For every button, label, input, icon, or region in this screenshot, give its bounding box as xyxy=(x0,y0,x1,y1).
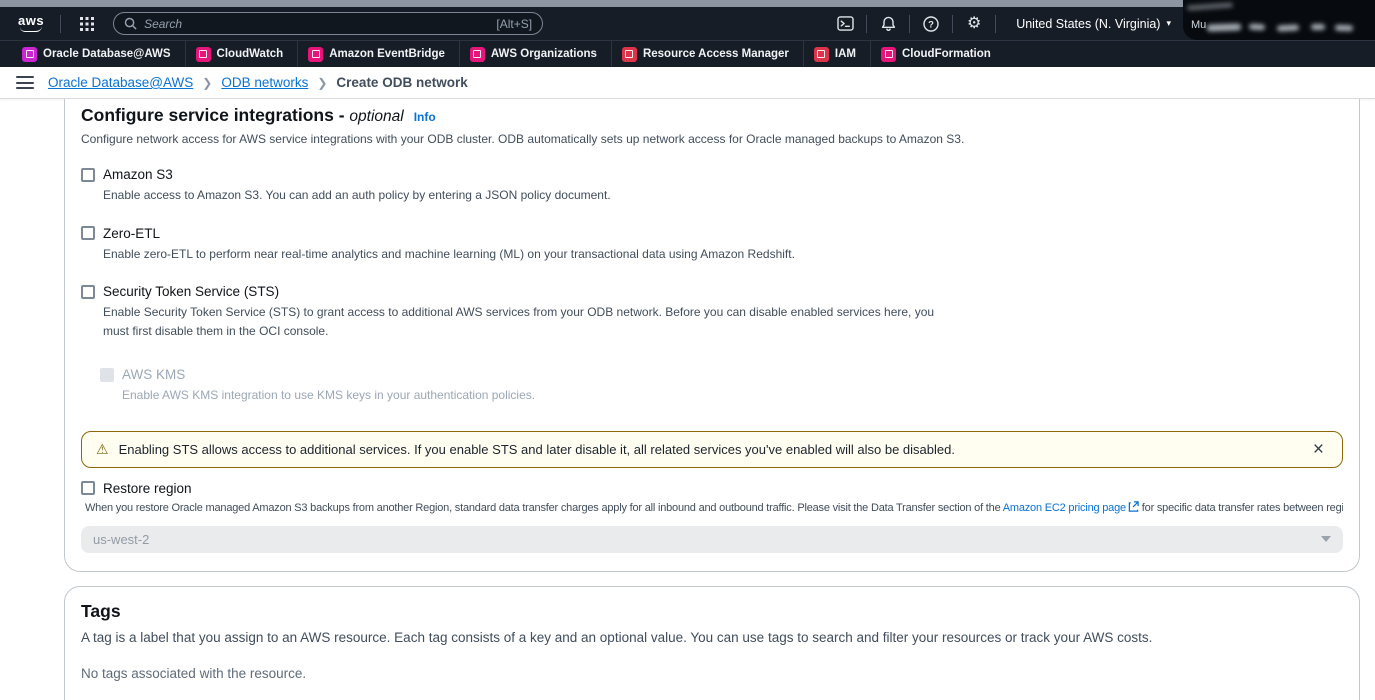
configure-service-integrations-card: Configure service integrations - optiona… xyxy=(64,99,1360,572)
divider xyxy=(909,15,910,33)
favorite-cloudformation[interactable]: CloudFormation xyxy=(870,41,1001,67)
account-menu-redacted[interactable]: Mu xyxy=(1183,0,1375,40)
breadcrumb-link-odb-networks[interactable]: ODB networks xyxy=(221,75,308,90)
sts-checkbox[interactable] xyxy=(81,285,95,299)
chevron-down-icon: ▾ xyxy=(1166,18,1171,29)
region-selector[interactable]: United States (N. Virginia) ▾ xyxy=(1016,17,1171,31)
option-aws-kms: AWS KMS Enable AWS KMS integration to us… xyxy=(100,367,1343,405)
cloudshell-icon[interactable] xyxy=(830,12,860,36)
divider xyxy=(995,15,996,33)
info-link[interactable]: Info xyxy=(414,110,436,124)
favorite-oracle-database-aws[interactable]: Oracle Database@AWS xyxy=(12,41,181,67)
aws-kms-description: Enable AWS KMS integration to use KMS ke… xyxy=(122,386,1343,405)
settings-gear-icon[interactable]: ⚙ xyxy=(959,12,989,36)
cloudformation-service-icon xyxy=(881,47,896,62)
cloudwatch-service-icon xyxy=(196,47,211,62)
chevron-right-icon: ❯ xyxy=(202,76,212,90)
restore-region-description: When you restore Oracle managed Amazon S… xyxy=(85,501,1343,515)
option-zero-etl: Zero-ETL Enable zero-ETL to perform near… xyxy=(81,226,1343,264)
divider xyxy=(60,15,61,33)
option-amazon-s3: Amazon S3 Enable access to Amazon S3. Yo… xyxy=(81,167,1343,205)
main-content: Configure service integrations - optiona… xyxy=(0,99,1375,700)
select-caret-icon xyxy=(1321,536,1331,542)
side-menu-icon[interactable] xyxy=(16,76,34,89)
option-sts: Security Token Service (STS) Enable Secu… xyxy=(81,284,1343,340)
restore-region-checkbox[interactable] xyxy=(81,481,95,495)
warning-text: Enabling STS allows access to additional… xyxy=(119,442,1299,457)
search-shortcut: [Alt+S] xyxy=(496,17,532,31)
favorite-iam[interactable]: IAM xyxy=(803,41,866,67)
zero-etl-description: Enable zero-ETL to perform near real-tim… xyxy=(103,245,1343,264)
sts-warning-banner: ⚠ Enabling STS allows access to addition… xyxy=(81,431,1343,468)
search-placeholder: Search xyxy=(144,17,496,31)
region-label: United States (N. Virginia) xyxy=(1016,17,1160,31)
tags-description: A tag is a label that you assign to an A… xyxy=(81,630,1343,645)
sts-description: Enable Security Token Service (STS) to g… xyxy=(103,303,938,340)
amazon-s3-description: Enable access to Amazon S3. You can add … xyxy=(103,186,1343,205)
favorite-eventbridge[interactable]: Amazon EventBridge xyxy=(297,41,455,67)
iam-service-icon xyxy=(814,47,829,62)
search-icon xyxy=(124,17,137,30)
section-title: Configure service integrations - optiona… xyxy=(81,105,404,126)
organizations-service-icon xyxy=(470,47,485,62)
divider xyxy=(866,15,867,33)
ram-service-icon xyxy=(622,47,637,62)
search-input[interactable]: Search [Alt+S] xyxy=(113,12,543,35)
warning-icon: ⚠ xyxy=(96,442,109,456)
breadcrumb: Oracle Database@AWS ❯ ODB networks ❯ Cre… xyxy=(48,75,468,90)
restore-region-select: us-west-2 xyxy=(81,526,1343,553)
breadcrumb-link-oracle-database[interactable]: Oracle Database@AWS xyxy=(48,75,193,90)
tags-empty-text: No tags associated with the resource. xyxy=(81,666,1343,681)
svg-text:?: ? xyxy=(928,19,934,30)
eventbridge-service-icon xyxy=(308,47,323,62)
favorite-resource-access-manager[interactable]: Resource Access Manager xyxy=(611,41,799,67)
external-link-icon xyxy=(1128,501,1139,515)
optional-label: optional xyxy=(349,108,403,125)
breadcrumb-current: Create ODB network xyxy=(336,75,467,90)
oracle-database-service-icon xyxy=(22,47,37,62)
aws-kms-checkbox xyxy=(100,368,114,382)
sts-label: Security Token Service (STS) xyxy=(103,284,279,299)
favorite-cloudwatch[interactable]: CloudWatch xyxy=(185,41,294,67)
services-grid-icon[interactable] xyxy=(79,16,95,32)
option-restore-region: Restore region When you restore Oracle m… xyxy=(81,481,1343,553)
section-description: Configure network access for AWS service… xyxy=(81,132,1343,146)
help-icon[interactable]: ? xyxy=(916,12,946,36)
breadcrumb-bar: Oracle Database@AWS ❯ ODB networks ❯ Cre… xyxy=(0,67,1375,99)
aws-logo-smile xyxy=(20,26,42,32)
aws-logo[interactable]: aws xyxy=(18,15,44,32)
amazon-s3-checkbox[interactable] xyxy=(81,168,95,182)
divider xyxy=(952,15,953,33)
tags-title: Tags xyxy=(81,601,1343,622)
favorite-organizations[interactable]: AWS Organizations xyxy=(459,41,607,67)
zero-etl-checkbox[interactable] xyxy=(81,226,95,240)
chevron-right-icon: ❯ xyxy=(317,76,327,90)
window-top-strip xyxy=(0,0,1375,7)
top-navigation-bar: aws Search [Alt+S] ? ⚙ United Sta xyxy=(0,7,1375,40)
favorites-bar: Oracle Database@AWS CloudWatch Amazon Ev… xyxy=(0,40,1375,67)
restore-region-select-value: us-west-2 xyxy=(93,532,149,547)
close-icon[interactable]: × xyxy=(1309,440,1328,459)
aws-logo-text: aws xyxy=(18,15,44,26)
ec2-pricing-link[interactable]: Amazon EC2 pricing page xyxy=(1003,502,1126,514)
notifications-bell-icon[interactable] xyxy=(873,12,903,36)
amazon-s3-label: Amazon S3 xyxy=(103,167,173,182)
tags-card: Tags A tag is a label that you assign to… xyxy=(64,586,1360,700)
account-label: Mu xyxy=(1191,19,1206,31)
restore-region-label: Restore region xyxy=(103,481,192,496)
zero-etl-label: Zero-ETL xyxy=(103,226,160,241)
aws-kms-label: AWS KMS xyxy=(122,367,185,382)
